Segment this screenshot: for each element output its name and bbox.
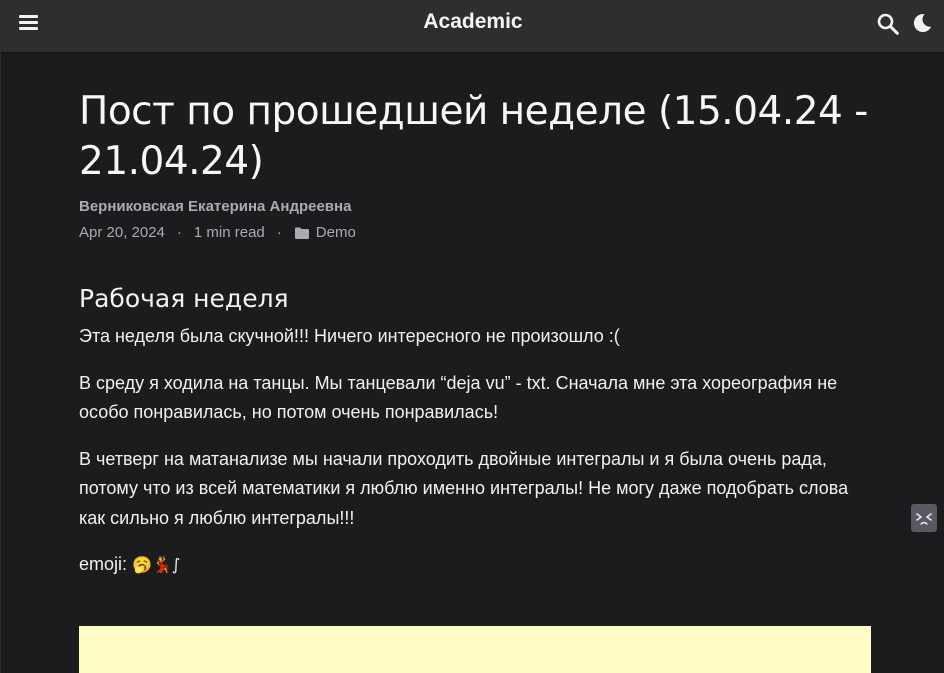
emoji-text: 🥱💃∫	[132, 555, 181, 574]
meta-separator: ·	[176, 224, 182, 241]
article: Пост по прошедшей неделе (15.04.24 - 21.…	[79, 87, 871, 580]
emoji-label: emoji:	[79, 554, 133, 574]
article-metadata: Apr 20, 2024 · 1 min read · Demo	[79, 224, 871, 241]
emoji-paragraph: emoji: 🥱💃∫	[79, 550, 871, 580]
site-brand[interactable]: Academic	[1, 10, 944, 34]
reading-time: 1 min read	[193, 224, 265, 241]
search-icon[interactable]	[877, 13, 899, 35]
page: Academic Пост по прошедшей неделе (15.04…	[0, 0, 944, 673]
author-name[interactable]: Верниковская Екатерина Андреевна	[79, 198, 871, 215]
paragraph: В среду я ходила на танцы. Мы танцевали …	[79, 372, 838, 423]
highlight-box	[79, 626, 871, 673]
page-title: Пост по прошедшей неделе (15.04.24 - 21.…	[79, 89, 868, 184]
floating-widget-button[interactable]	[911, 504, 937, 532]
navbar: Academic	[1, 0, 944, 52]
publish-date: Apr 20, 2024	[79, 224, 165, 241]
meta-separator: ·	[276, 224, 282, 241]
paragraph: Эта неделя была скучной!!! Ничего интере…	[79, 326, 620, 346]
folder-icon	[294, 227, 309, 239]
section-heading: Рабочая неделя	[79, 284, 289, 313]
face-icon	[916, 513, 932, 525]
paragraph: В четверг на матанализе мы начали проход…	[79, 448, 849, 528]
category-link[interactable]: Demo	[316, 224, 356, 241]
moon-icon[interactable]	[912, 13, 932, 33]
